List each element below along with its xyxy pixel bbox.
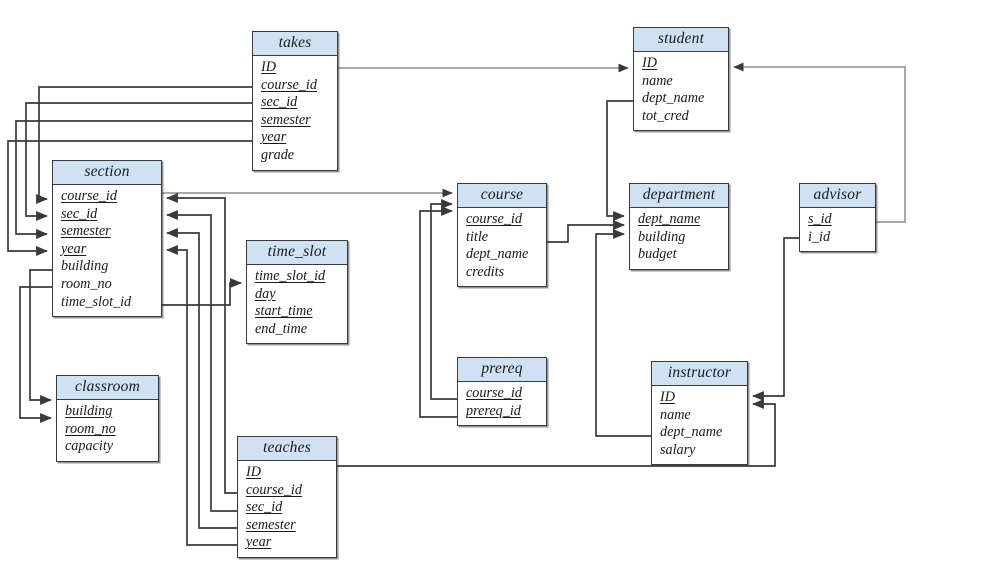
table-fields-classroom: building room_no capacity: [57, 400, 158, 461]
table-advisor[interactable]: advisor s_id i_id: [799, 183, 876, 253]
field-course-course_id: course_id: [466, 211, 522, 227]
field-student-dept_name: dept_name: [642, 90, 705, 107]
table-department[interactable]: department dept_name building budget: [629, 183, 729, 270]
field-course-title: title: [466, 228, 489, 245]
rel-teaches-courseid-section-courseid: [166, 193, 237, 494]
table-title-section: section: [53, 161, 161, 185]
field-teaches-ID: ID: [246, 464, 261, 480]
field-advisor-i_id: i_id: [808, 228, 831, 245]
table-title-takes: takes: [253, 32, 337, 56]
table-time_slot[interactable]: time_slot time_slot_id day start_time end_ti…: [246, 240, 348, 345]
table-fields-time_slot: time_slot_id day start_time end_time: [247, 265, 347, 343]
field-section-building: building: [61, 258, 109, 275]
field-section-time_slot_id: time_slot_id: [61, 293, 132, 310]
table-fields-takes: ID course_id sec_id semester year grade: [253, 56, 337, 170]
schema-diagram-canvas: takes ID course_id sec_id semester year grade s…: [0, 0, 1000, 574]
table-title-student: student: [634, 28, 728, 52]
rel-section-timeslotid-timeslot-timeslotid: [162, 278, 242, 306]
table-title-advisor: advisor: [800, 184, 875, 208]
field-time_slot-end_time: end_time: [255, 320, 308, 337]
table-fields-student: ID name dept_name tot_cred: [634, 52, 728, 130]
field-takes-sec_id: sec_id: [261, 94, 298, 111]
field-teaches-sec_id: sec_id: [246, 499, 283, 516]
table-section[interactable]: section course_id sec_id semester year buildi…: [52, 160, 162, 318]
rel-teaches-year-section-year: [166, 245, 237, 546]
rel-advisor-iid-instructor-id: [752, 237, 799, 401]
field-section-room_no: room_no: [61, 275, 112, 292]
field-student-name: name: [642, 72, 673, 89]
field-student-tot_cred: tot_cred: [642, 107, 689, 124]
field-classroom-room_no: room_no: [65, 420, 116, 437]
field-time_slot-start_time: start_time: [255, 303, 313, 320]
field-course-credits: credits: [466, 263, 505, 280]
table-title-time_slot: time_slot: [247, 241, 347, 265]
table-title-instructor: instructor: [652, 362, 747, 386]
table-fields-department: dept_name building budget: [630, 208, 728, 269]
rel-section-roomno-classroom-roomno: [19, 286, 52, 423]
table-teaches[interactable]: teaches ID course_id sec_id semester year: [237, 436, 337, 558]
table-title-teaches: teaches: [238, 437, 336, 461]
field-classroom-capacity: capacity: [65, 438, 114, 455]
field-takes-grade: grade: [261, 146, 295, 163]
field-advisor-s_id: s_id: [808, 211, 832, 227]
field-section-semester: semester: [61, 223, 111, 240]
field-takes-ID: ID: [261, 59, 276, 75]
table-title-department: department: [630, 184, 728, 208]
table-title-classroom: classroom: [57, 376, 158, 400]
field-time_slot-day: day: [255, 285, 276, 302]
field-section-year: year: [61, 240, 87, 257]
table-takes[interactable]: takes ID course_id sec_id semester year grade: [252, 31, 338, 171]
field-time_slot-time_slot_id: time_slot_id: [255, 268, 326, 284]
field-teaches-course_id: course_id: [246, 481, 302, 498]
field-section-course_id: course_id: [61, 188, 117, 204]
table-course[interactable]: course course_id title dept_name credits: [457, 183, 547, 288]
table-title-course: course: [458, 184, 546, 208]
field-section-sec_id: sec_id: [61, 205, 98, 222]
field-prereq-course_id: course_id: [466, 385, 522, 401]
field-takes-course_id: course_id: [261, 76, 317, 93]
rel-teaches-semester-section-semester: [166, 228, 237, 529]
rel-teaches-secid-section-secid: [166, 210, 237, 512]
field-instructor-ID: ID: [660, 389, 675, 405]
table-fields-course: course_id title dept_name credits: [458, 208, 546, 286]
table-fields-section: course_id sec_id semester year building room_…: [53, 185, 161, 316]
table-instructor[interactable]: instructor ID name dept_name salary: [651, 361, 748, 466]
field-teaches-year: year: [246, 534, 272, 551]
table-fields-instructor: ID name dept_name salary: [652, 386, 747, 464]
field-department-budget: budget: [638, 246, 677, 263]
field-takes-semester: semester: [261, 111, 311, 128]
field-course-dept_name: dept_name: [466, 246, 529, 263]
field-classroom-building: building: [65, 403, 113, 419]
field-prereq-prereq_id: prereq_id: [466, 402, 521, 419]
table-prereq[interactable]: prereq course_id prereq_id: [457, 357, 547, 427]
field-student-ID: ID: [642, 55, 657, 71]
field-instructor-salary: salary: [660, 441, 696, 458]
table-classroom[interactable]: classroom building room_no capacity: [56, 375, 159, 462]
field-instructor-name: name: [660, 406, 691, 423]
field-takes-year: year: [261, 129, 287, 146]
table-student[interactable]: student ID name dept_name tot_cred: [633, 27, 729, 132]
table-title-prereq: prereq: [458, 358, 546, 382]
field-instructor-dept_name: dept_name: [660, 424, 723, 441]
field-department-building: building: [638, 228, 686, 245]
rel-prereq-courseid-course-courseid: [430, 199, 457, 400]
field-department-dept_name: dept_name: [638, 211, 701, 227]
rel-prereq-prereqid-course-courseid: [419, 206, 457, 418]
table-fields-teaches: ID course_id sec_id semester year: [238, 461, 336, 557]
table-fields-prereq: course_id prereq_id: [458, 382, 546, 425]
rel-section-building-classroom-building: [29, 269, 52, 405]
field-teaches-semester: semester: [246, 516, 296, 533]
table-fields-advisor: s_id i_id: [800, 208, 875, 251]
